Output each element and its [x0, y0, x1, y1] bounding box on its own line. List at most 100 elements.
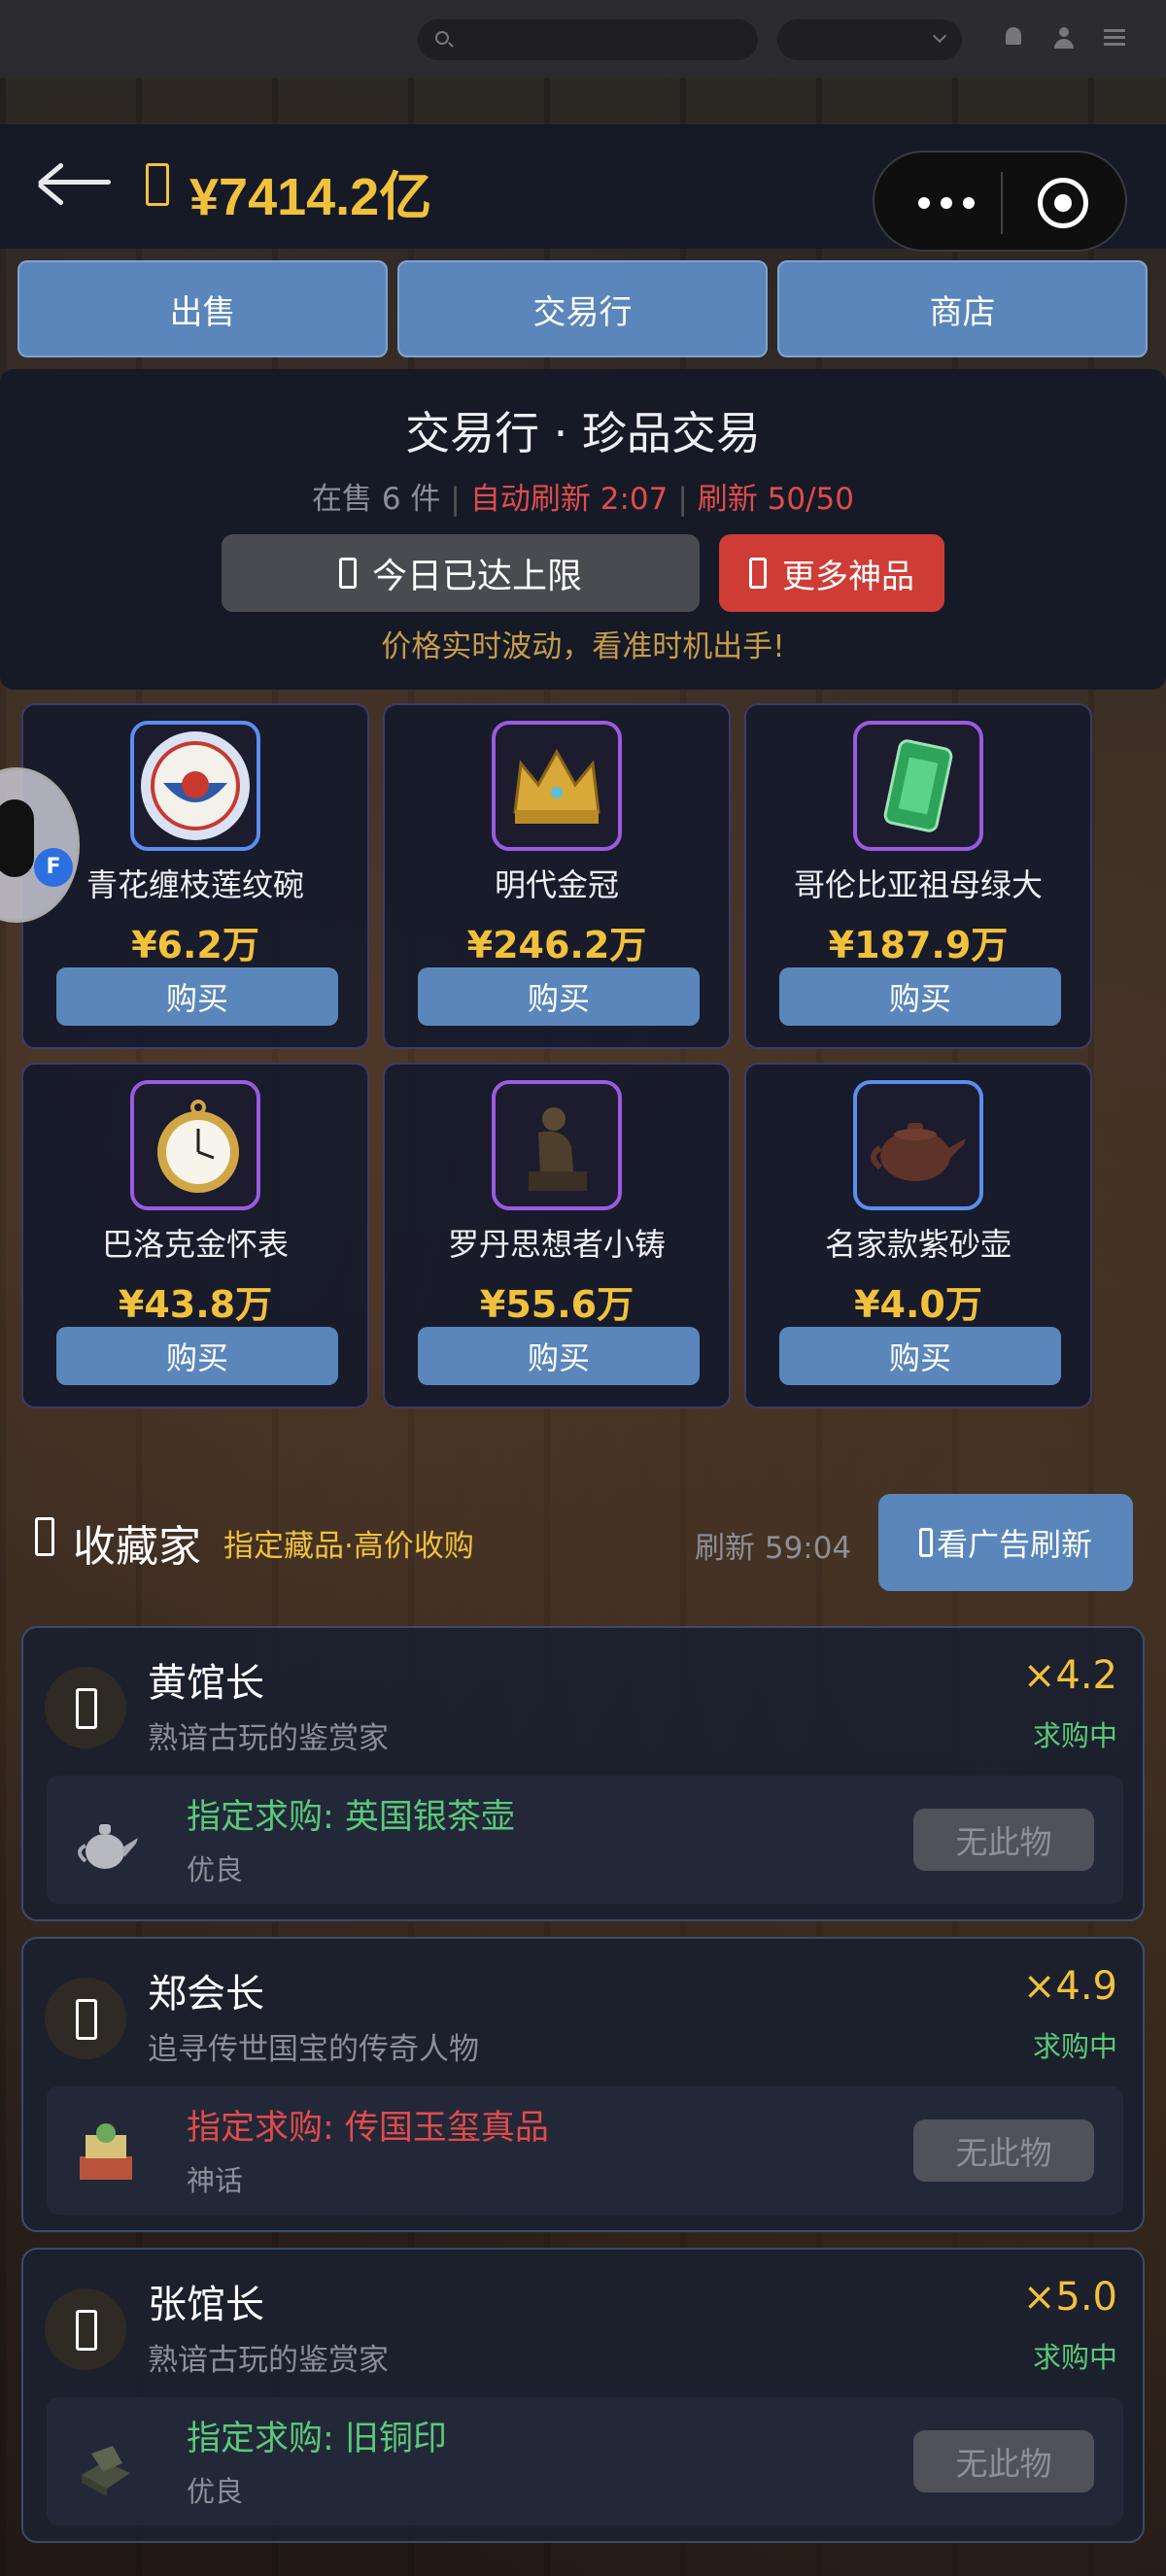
item-name: 明代金冠 — [494, 866, 619, 903]
item-card: 名家款紫砂壶 ¥4.0万 购买 — [744, 1063, 1092, 1408]
coin-icon — [146, 163, 169, 206]
close-target-icon[interactable] — [1038, 178, 1088, 228]
avatar — [45, 1667, 126, 1748]
pocket-watch-icon — [130, 1080, 260, 1210]
search-input[interactable] — [418, 19, 758, 60]
item-name: 名家款紫砂壶 — [824, 1226, 1012, 1263]
no-item-button[interactable]: 无此物 — [913, 1809, 1094, 1871]
item-card: 巴洛克金怀表 ¥43.8万 购买 — [21, 1063, 369, 1408]
penguin-icon — [0, 799, 34, 877]
refresh-count: 刷新 50/50 — [697, 482, 854, 517]
ad-refresh-button[interactable]: 看广告刷新 — [878, 1494, 1133, 1591]
item-grid: 青花缠枝莲纹碗 ¥6.2万 购买 明代金冠 ¥246.2万 购买 哥伦比亚祖母绿… — [21, 703, 1114, 1412]
money-balance: ¥7414.2亿 — [189, 168, 432, 226]
teapot-icon — [853, 1080, 983, 1210]
wanted-quality: 神话 — [187, 2164, 244, 2197]
ad-refresh-label: 看广告刷新 — [936, 1526, 1092, 1563]
collector-name: 张馆长 — [148, 2283, 264, 2327]
no-item-button[interactable]: 无此物 — [913, 2430, 1094, 2492]
wanted-item-label: 指定求购: 旧铜印 — [187, 2420, 447, 2458]
status-badge: 求购中 — [1032, 1719, 1117, 1752]
buy-button[interactable]: 购买 — [779, 1327, 1061, 1385]
bell-icon[interactable] — [1001, 25, 1026, 51]
tab-market[interactable]: 交易行 — [397, 260, 768, 357]
bronze-seal-icon — [66, 2424, 146, 2504]
no-item-button[interactable]: 无此物 — [913, 2119, 1094, 2182]
wanted-item: 指定求购: 传国玉玺真品 神话 无此物 — [47, 2086, 1123, 2215]
arrow-left-icon[interactable] — [37, 152, 115, 210]
item-card: 罗丹思想者小铸 ¥55.6万 购买 — [383, 1063, 731, 1408]
silver-teapot-icon — [66, 1803, 146, 1882]
collector-card: 黄馆长 熟谙古玩的鉴赏家 ×4.2 求购中 指定求购: 英国银茶壶 优良 无此物 — [21, 1626, 1145, 1921]
tab-bar: 出售 交易行 商店 — [17, 260, 1149, 359]
emerald-icon — [853, 721, 983, 851]
item-card: 哥伦比亚祖母绿大 ¥187.9万 购买 — [744, 703, 1092, 1049]
item-name: 巴洛克金怀表 — [101, 1226, 289, 1263]
on-sale-count: 在售 6 件 — [311, 482, 441, 517]
collector-card: 郑会长 追寻传世国宝的传奇人物 ×4.9 求购中 指定求购: 传国玉玺真品 神话… — [21, 1937, 1145, 2232]
collector-desc: 追寻传世国宝的传奇人物 — [148, 2032, 479, 2067]
collector-icon — [35, 1517, 54, 1556]
market-panel: 交易行 · 珍品交易 在售 6 件 | 自动刷新 2:07 | 刷新 50/50 今日已… — [0, 369, 1166, 690]
buy-button[interactable]: 购买 — [418, 967, 700, 1026]
thinker-statue-icon — [492, 1080, 622, 1210]
mini-program-capsule — [873, 151, 1127, 252]
collectors-subtitle: 指定藏品·高价收购 — [223, 1529, 474, 1564]
collectors-refresh-timer: 刷新 59:04 — [695, 1531, 852, 1566]
tab-shop[interactable]: 商店 — [777, 260, 1148, 357]
daily-limit-button[interactable]: 今日已达上限 — [222, 534, 700, 612]
tab-sell[interactable]: 出售 — [17, 260, 388, 357]
menu-icon[interactable] — [1102, 25, 1127, 51]
buy-button[interactable]: 购买 — [418, 1327, 700, 1385]
collectors-title: 收藏家 — [73, 1522, 201, 1572]
box-icon — [749, 558, 767, 589]
gold-crown-icon — [492, 721, 622, 851]
market-meta: 在售 6 件 | 自动刷新 2:07 | 刷新 50/50 — [311, 482, 854, 517]
item-price: ¥43.8万 — [118, 1283, 273, 1326]
market-hint: 价格实时波动，看准时机出手! — [381, 629, 785, 664]
price-multiplier: ×4.2 — [1022, 1653, 1117, 1698]
more-dots-icon[interactable] — [909, 191, 996, 215]
item-name: 哥伦比亚祖母绿大 — [793, 866, 1043, 903]
wanted-item: 指定求购: 旧铜印 优良 无此物 — [47, 2397, 1123, 2525]
status-badge: 求购中 — [1032, 2030, 1117, 2063]
box-icon — [918, 1528, 933, 1557]
chevron-down-icon — [932, 28, 947, 44]
item-price: ¥6.2万 — [131, 924, 259, 966]
more-items-button[interactable]: 更多神品 — [719, 534, 944, 612]
collector-desc: 熟谙古玩的鉴赏家 — [148, 2343, 389, 2378]
avatar — [45, 2288, 126, 2370]
badge-icon: F — [34, 848, 73, 887]
buy-button[interactable]: 购买 — [56, 1327, 338, 1385]
avatar — [45, 1978, 126, 2059]
wanted-item: 指定求购: 英国银茶壶 优良 无此物 — [47, 1776, 1123, 1904]
collector-desc: 熟谙古玩的鉴赏家 — [148, 1721, 389, 1756]
porcelain-bowl-icon — [130, 721, 260, 851]
wanted-item-label: 指定求购: 传国玉玺真品 — [187, 2109, 549, 2148]
status-badge: 求购中 — [1032, 2341, 1117, 2374]
item-card: 明代金冠 ¥246.2万 购买 — [383, 703, 731, 1049]
price-multiplier: ×5.0 — [1022, 2275, 1117, 2320]
wanted-quality: 优良 — [187, 2475, 244, 2508]
collectors-header: 收藏家 指定藏品·高价收购 刷新 59:04 看广告刷新 — [0, 1486, 1166, 1603]
user-icon[interactable] — [1051, 25, 1077, 51]
header-bar: ¥7414.2亿 — [0, 124, 1166, 252]
daily-limit-label: 今日已达上限 — [371, 557, 582, 596]
wanted-quality: 优良 — [187, 1853, 244, 1886]
buy-button[interactable]: 购买 — [779, 967, 1061, 1026]
select-dropdown[interactable] — [777, 19, 962, 60]
jade-seal-icon — [66, 2114, 146, 2193]
collector-name: 黄馆长 — [148, 1661, 264, 1706]
market-title: 交易行 · 珍品交易 — [405, 407, 761, 459]
wanted-item-label: 指定求购: 英国银茶壶 — [187, 1798, 515, 1837]
search-icon — [435, 31, 449, 45]
item-price: ¥4.0万 — [854, 1283, 982, 1326]
buy-button[interactable]: 购买 — [56, 967, 338, 1026]
auto-refresh-timer: 自动刷新 2:07 — [469, 482, 669, 517]
item-price: ¥187.9万 — [828, 924, 1009, 966]
box-icon — [338, 558, 357, 589]
item-price: ¥246.2万 — [466, 924, 647, 966]
browser-toolbar — [0, 0, 1166, 78]
price-multiplier: ×4.9 — [1022, 1964, 1117, 2009]
collector-name: 郑会长 — [148, 1972, 264, 2017]
